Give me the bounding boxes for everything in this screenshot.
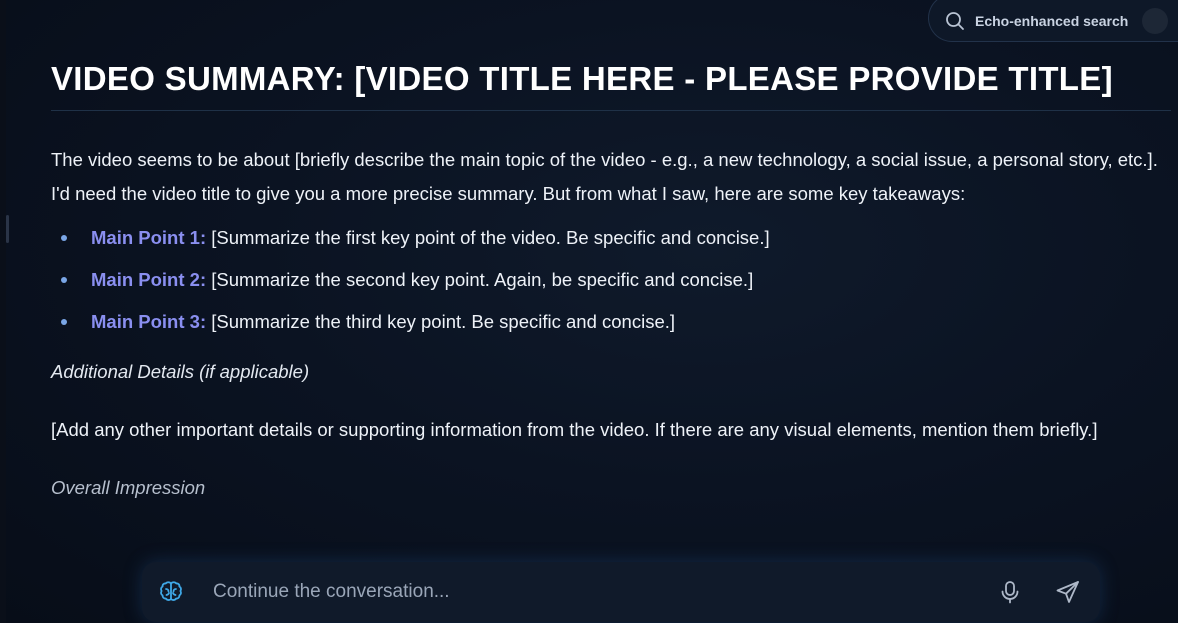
chat-input-bar xyxy=(142,562,1100,622)
list-item: Main Point 3: [Summarize the third key p… xyxy=(51,301,1171,343)
message-content: VIDEO SUMMARY: [VIDEO TITLE HERE - PLEAS… xyxy=(51,58,1171,505)
point-label: Main Point 2: xyxy=(91,269,207,290)
point-label: Main Point 3: xyxy=(91,311,207,332)
summary-title: VIDEO SUMMARY: [VIDEO TITLE HERE - PLEAS… xyxy=(51,58,1171,111)
point-text: [Summarize the first key point of the vi… xyxy=(206,227,770,248)
additional-details-heading: Additional Details (if applicable) xyxy=(51,361,310,382)
send-icon[interactable] xyxy=(1054,578,1082,606)
search-toggle[interactable]: Echo-enhanced search xyxy=(928,0,1178,42)
point-text: [Summarize the third key point. Be speci… xyxy=(206,311,676,332)
list-item: Main Point 1: [Summarize the first key p… xyxy=(51,217,1171,259)
point-text: [Summarize the second key point. Again, … xyxy=(206,269,754,290)
bullet-icon xyxy=(61,319,67,325)
list-item: Main Point 2: [Summarize the second key … xyxy=(51,259,1171,301)
intro-paragraph: The video seems to be about [briefly des… xyxy=(51,149,1158,204)
search-icon xyxy=(945,11,965,31)
left-rail xyxy=(0,0,6,623)
chat-input[interactable] xyxy=(211,580,996,604)
brain-icon[interactable] xyxy=(158,579,184,605)
resize-handle[interactable] xyxy=(6,215,9,243)
key-points-list: Main Point 1: [Summarize the first key p… xyxy=(51,217,1171,343)
microphone-icon[interactable] xyxy=(996,578,1024,606)
point-label: Main Point 1: xyxy=(91,227,207,248)
overall-impression-heading: Overall Impression xyxy=(51,477,206,498)
bullet-icon xyxy=(61,277,67,283)
bullet-icon xyxy=(61,235,67,241)
search-label: Echo-enhanced search xyxy=(975,13,1129,29)
toggle-switch[interactable] xyxy=(1142,8,1168,34)
additional-details-paragraph: [Add any other important details or supp… xyxy=(51,419,1098,440)
